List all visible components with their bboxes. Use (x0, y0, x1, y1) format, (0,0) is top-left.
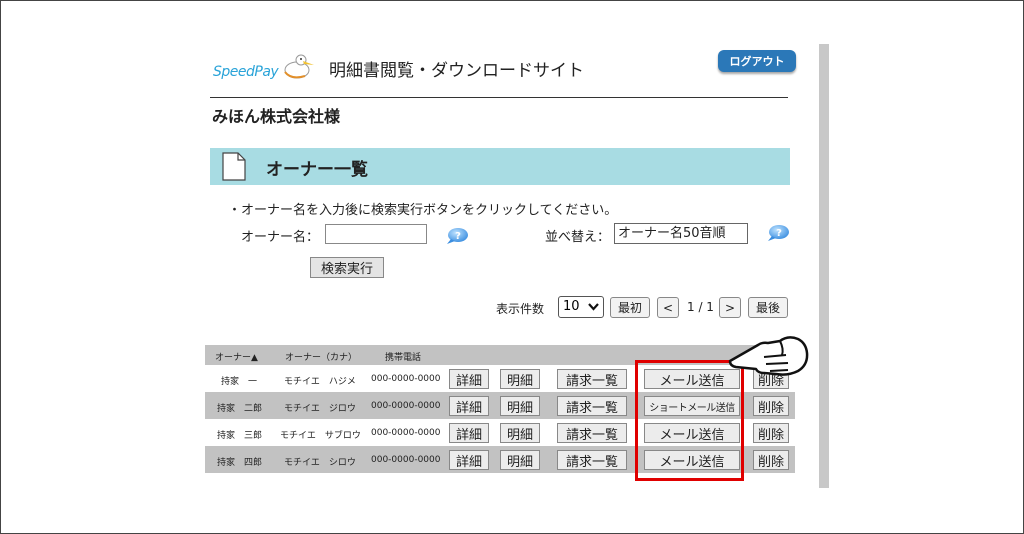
phone-cell: 000-0000-0000 (371, 401, 441, 411)
per-page-select[interactable]: 10 (558, 296, 604, 318)
column-header-owner[interactable]: オーナー▲ (215, 350, 258, 363)
last-page-button[interactable]: 最後 (748, 297, 788, 318)
next-page-button[interactable]: > (719, 297, 741, 318)
owner-kana-cell: モチイエ サブロウ (280, 431, 361, 441)
per-page-value: 10 (563, 299, 580, 314)
pelican-logo-icon (284, 54, 314, 79)
owner-kana-cell: モチイエ ハジメ (284, 377, 356, 387)
logo-text: SpeedPay (213, 64, 279, 80)
page-info: 1 / 1 (687, 300, 714, 314)
statement-button[interactable]: 明細 (500, 450, 540, 470)
highlight-box (635, 360, 744, 481)
owner-name-cell: 持家 一 (221, 377, 258, 387)
owner-kana-cell: モチイエ シロウ (284, 458, 356, 468)
phone-cell: 000-0000-0000 (371, 428, 441, 438)
section-title: オーナー一覧 (266, 160, 368, 180)
owner-name-cell: 持家 二郎 (217, 404, 263, 414)
company-name: みほん株式会社様 (212, 107, 341, 126)
help-icon[interactable]: ? (766, 224, 790, 242)
per-page-label: 表示件数 (496, 302, 545, 316)
detail-button[interactable]: 詳細 (449, 423, 489, 443)
pointing-hand-icon (728, 336, 809, 376)
svg-text:?: ? (776, 228, 782, 239)
delete-button[interactable]: 削除 (753, 423, 789, 443)
site-title: 明細書閲覧・ダウンロードサイト (329, 61, 584, 81)
chevron-down-icon (588, 303, 599, 311)
column-header-kana: オーナー（カナ） (285, 353, 358, 363)
owner-name-input[interactable] (325, 224, 427, 244)
search-execute-button[interactable]: 検索実行 (310, 257, 384, 278)
statement-button[interactable]: 明細 (500, 396, 540, 416)
invoice-list-button[interactable]: 請求一覧 (557, 450, 627, 470)
detail-button[interactable]: 詳細 (449, 450, 489, 470)
invoice-list-button[interactable]: 請求一覧 (557, 396, 627, 416)
first-page-button[interactable]: 最初 (610, 297, 650, 318)
phone-cell: 000-0000-0000 (371, 455, 441, 465)
delete-button[interactable]: 削除 (753, 450, 789, 470)
phone-cell: 000-0000-0000 (371, 374, 441, 384)
document-icon (222, 152, 246, 181)
owner-kana-cell: モチイエ ジロウ (284, 404, 356, 414)
sort-label: 並べ替え： (545, 230, 611, 245)
invoice-list-button[interactable]: 請求一覧 (557, 369, 627, 389)
delete-button[interactable]: 削除 (753, 396, 789, 416)
owner-name-cell: 持家 三郎 (217, 431, 263, 441)
help-icon[interactable]: ? (445, 227, 469, 245)
statement-button[interactable]: 明細 (500, 369, 540, 389)
logout-button[interactable]: ログアウト (718, 50, 796, 72)
header-divider (210, 97, 788, 98)
invoice-list-button[interactable]: 請求一覧 (557, 423, 627, 443)
sort-select[interactable]: オーナー名50音順 (614, 223, 748, 244)
speedpay-logo: SpeedPay (213, 52, 317, 82)
statement-button[interactable]: 明細 (500, 423, 540, 443)
detail-button[interactable]: 詳細 (449, 396, 489, 416)
svg-text:?: ? (455, 231, 461, 242)
search-instruction: ・オーナー名を入力後に検索実行ボタンをクリックしてください。 (228, 203, 618, 218)
owner-name-cell: 持家 四郎 (217, 458, 263, 468)
detail-button[interactable]: 詳細 (449, 369, 489, 389)
column-header-phone: 携帯電話 (385, 353, 422, 363)
owner-name-label: オーナー名： (241, 230, 320, 245)
vertical-scrollbar[interactable] (819, 44, 829, 488)
prev-page-button[interactable]: < (657, 297, 679, 318)
